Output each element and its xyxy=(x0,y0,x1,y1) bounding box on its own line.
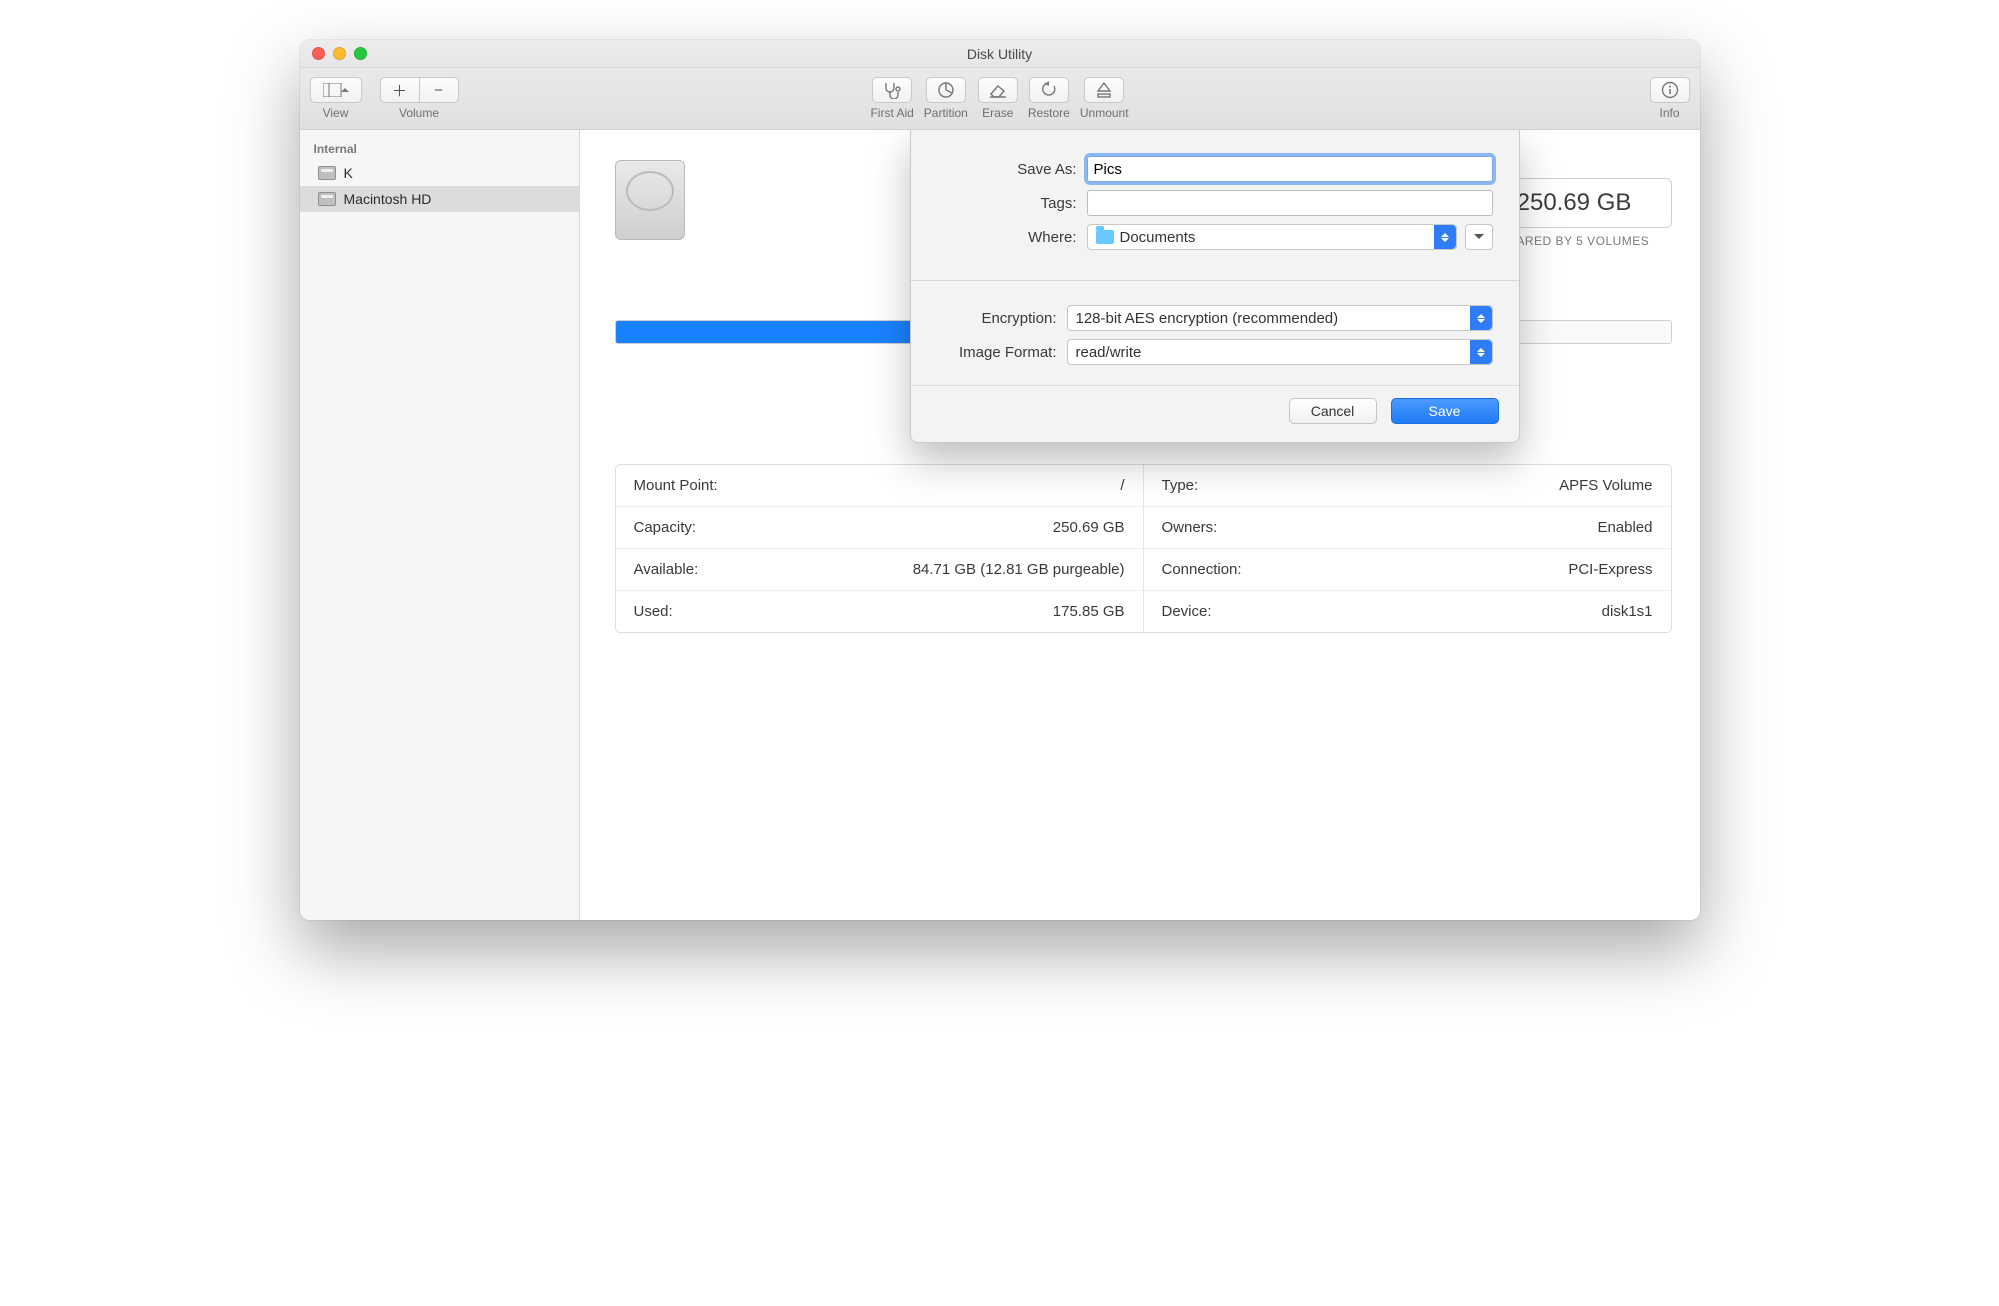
folder-icon xyxy=(1096,230,1114,244)
updown-icon xyxy=(1434,225,1456,249)
first-aid-button[interactable] xyxy=(872,77,912,103)
titlebar: Disk Utility xyxy=(300,40,1700,68)
encryption-label: Encryption: xyxy=(937,310,1067,327)
image-format-value: read/write xyxy=(1076,344,1142,361)
where-value: Documents xyxy=(1120,229,1196,246)
where-select[interactable]: Documents xyxy=(1087,224,1457,250)
restore-icon xyxy=(1040,81,1058,99)
expand-save-dialog-button[interactable] xyxy=(1465,224,1493,250)
where-label: Where: xyxy=(937,229,1087,246)
info-icon xyxy=(1661,81,1679,99)
unmount-button[interactable] xyxy=(1084,77,1124,103)
first-aid-label: First Aid xyxy=(870,106,913,120)
remove-volume-button[interactable]: − xyxy=(419,77,459,103)
volume-label: Volume xyxy=(399,106,439,120)
eject-icon xyxy=(1096,81,1112,99)
detail-row: Device:disk1s1 xyxy=(1144,591,1671,632)
erase-label: Erase xyxy=(982,106,1013,120)
sidebar-section-internal: Internal xyxy=(300,138,579,160)
sidebar-item-macintosh-hd[interactable]: Macintosh HD xyxy=(300,186,579,212)
sidebar: Internal K Macintosh HD xyxy=(300,130,580,920)
info-button[interactable] xyxy=(1650,77,1690,103)
stethoscope-icon xyxy=(882,81,902,99)
info-label: Info xyxy=(1659,106,1679,120)
saveas-label: Save As: xyxy=(937,161,1087,178)
updown-icon xyxy=(1470,306,1492,330)
unmount-label: Unmount xyxy=(1080,106,1129,120)
hard-drive-icon xyxy=(615,160,685,240)
detail-row: Available:84.71 GB (12.81 GB purgeable) xyxy=(616,549,1143,591)
save-sheet: Save As: Tags: Where: Documents xyxy=(910,130,1520,443)
toolbar: View ＋ − Volume First Aid Partition xyxy=(300,68,1700,130)
sidebar-item-k[interactable]: K xyxy=(300,160,579,186)
main-panel: 250.69 GB SHARED BY 5 VOLUMES Free 71.9 … xyxy=(580,130,1700,920)
updown-icon xyxy=(1470,340,1492,364)
disk-icon xyxy=(318,166,336,180)
encryption-value: 128-bit AES encryption (recommended) xyxy=(1076,310,1339,327)
detail-row: Owners:Enabled xyxy=(1144,507,1671,549)
encryption-select[interactable]: 128-bit AES encryption (recommended) xyxy=(1067,305,1493,331)
disk-icon xyxy=(318,192,336,206)
saveas-input[interactable] xyxy=(1087,156,1493,182)
partition-button[interactable] xyxy=(926,77,966,103)
disk-utility-window: Disk Utility View ＋ − Volume xyxy=(300,40,1700,920)
minus-icon: − xyxy=(434,82,443,99)
window-title: Disk Utility xyxy=(300,46,1700,62)
detail-row: Connection:PCI-Express xyxy=(1144,549,1671,591)
cancel-button[interactable]: Cancel xyxy=(1289,398,1377,424)
erase-button[interactable] xyxy=(978,77,1018,103)
save-button[interactable]: Save xyxy=(1391,398,1499,424)
restore-button[interactable] xyxy=(1029,77,1069,103)
tags-label: Tags: xyxy=(937,195,1087,212)
restore-label: Restore xyxy=(1028,106,1070,120)
detail-row: Used:175.85 GB xyxy=(616,591,1143,632)
detail-row: Mount Point:/ xyxy=(616,465,1143,507)
plus-icon: ＋ xyxy=(392,80,407,101)
pie-icon xyxy=(937,81,955,99)
sidebar-item-label: K xyxy=(344,165,353,181)
sidebar-item-label: Macintosh HD xyxy=(344,191,432,207)
detail-row: Type:APFS Volume xyxy=(1144,465,1671,507)
detail-row: Capacity:250.69 GB xyxy=(616,507,1143,549)
image-format-label: Image Format: xyxy=(937,344,1067,361)
partition-label: Partition xyxy=(924,106,968,120)
image-format-select[interactable]: read/write xyxy=(1067,339,1493,365)
tags-input[interactable] xyxy=(1087,190,1493,216)
details-table: Mount Point:/ Capacity:250.69 GB Availab… xyxy=(615,464,1672,633)
sidebar-icon xyxy=(323,83,349,97)
add-volume-button[interactable]: ＋ xyxy=(380,77,420,103)
view-button[interactable] xyxy=(310,77,362,103)
eraser-icon xyxy=(988,82,1008,98)
view-label: View xyxy=(323,106,349,120)
